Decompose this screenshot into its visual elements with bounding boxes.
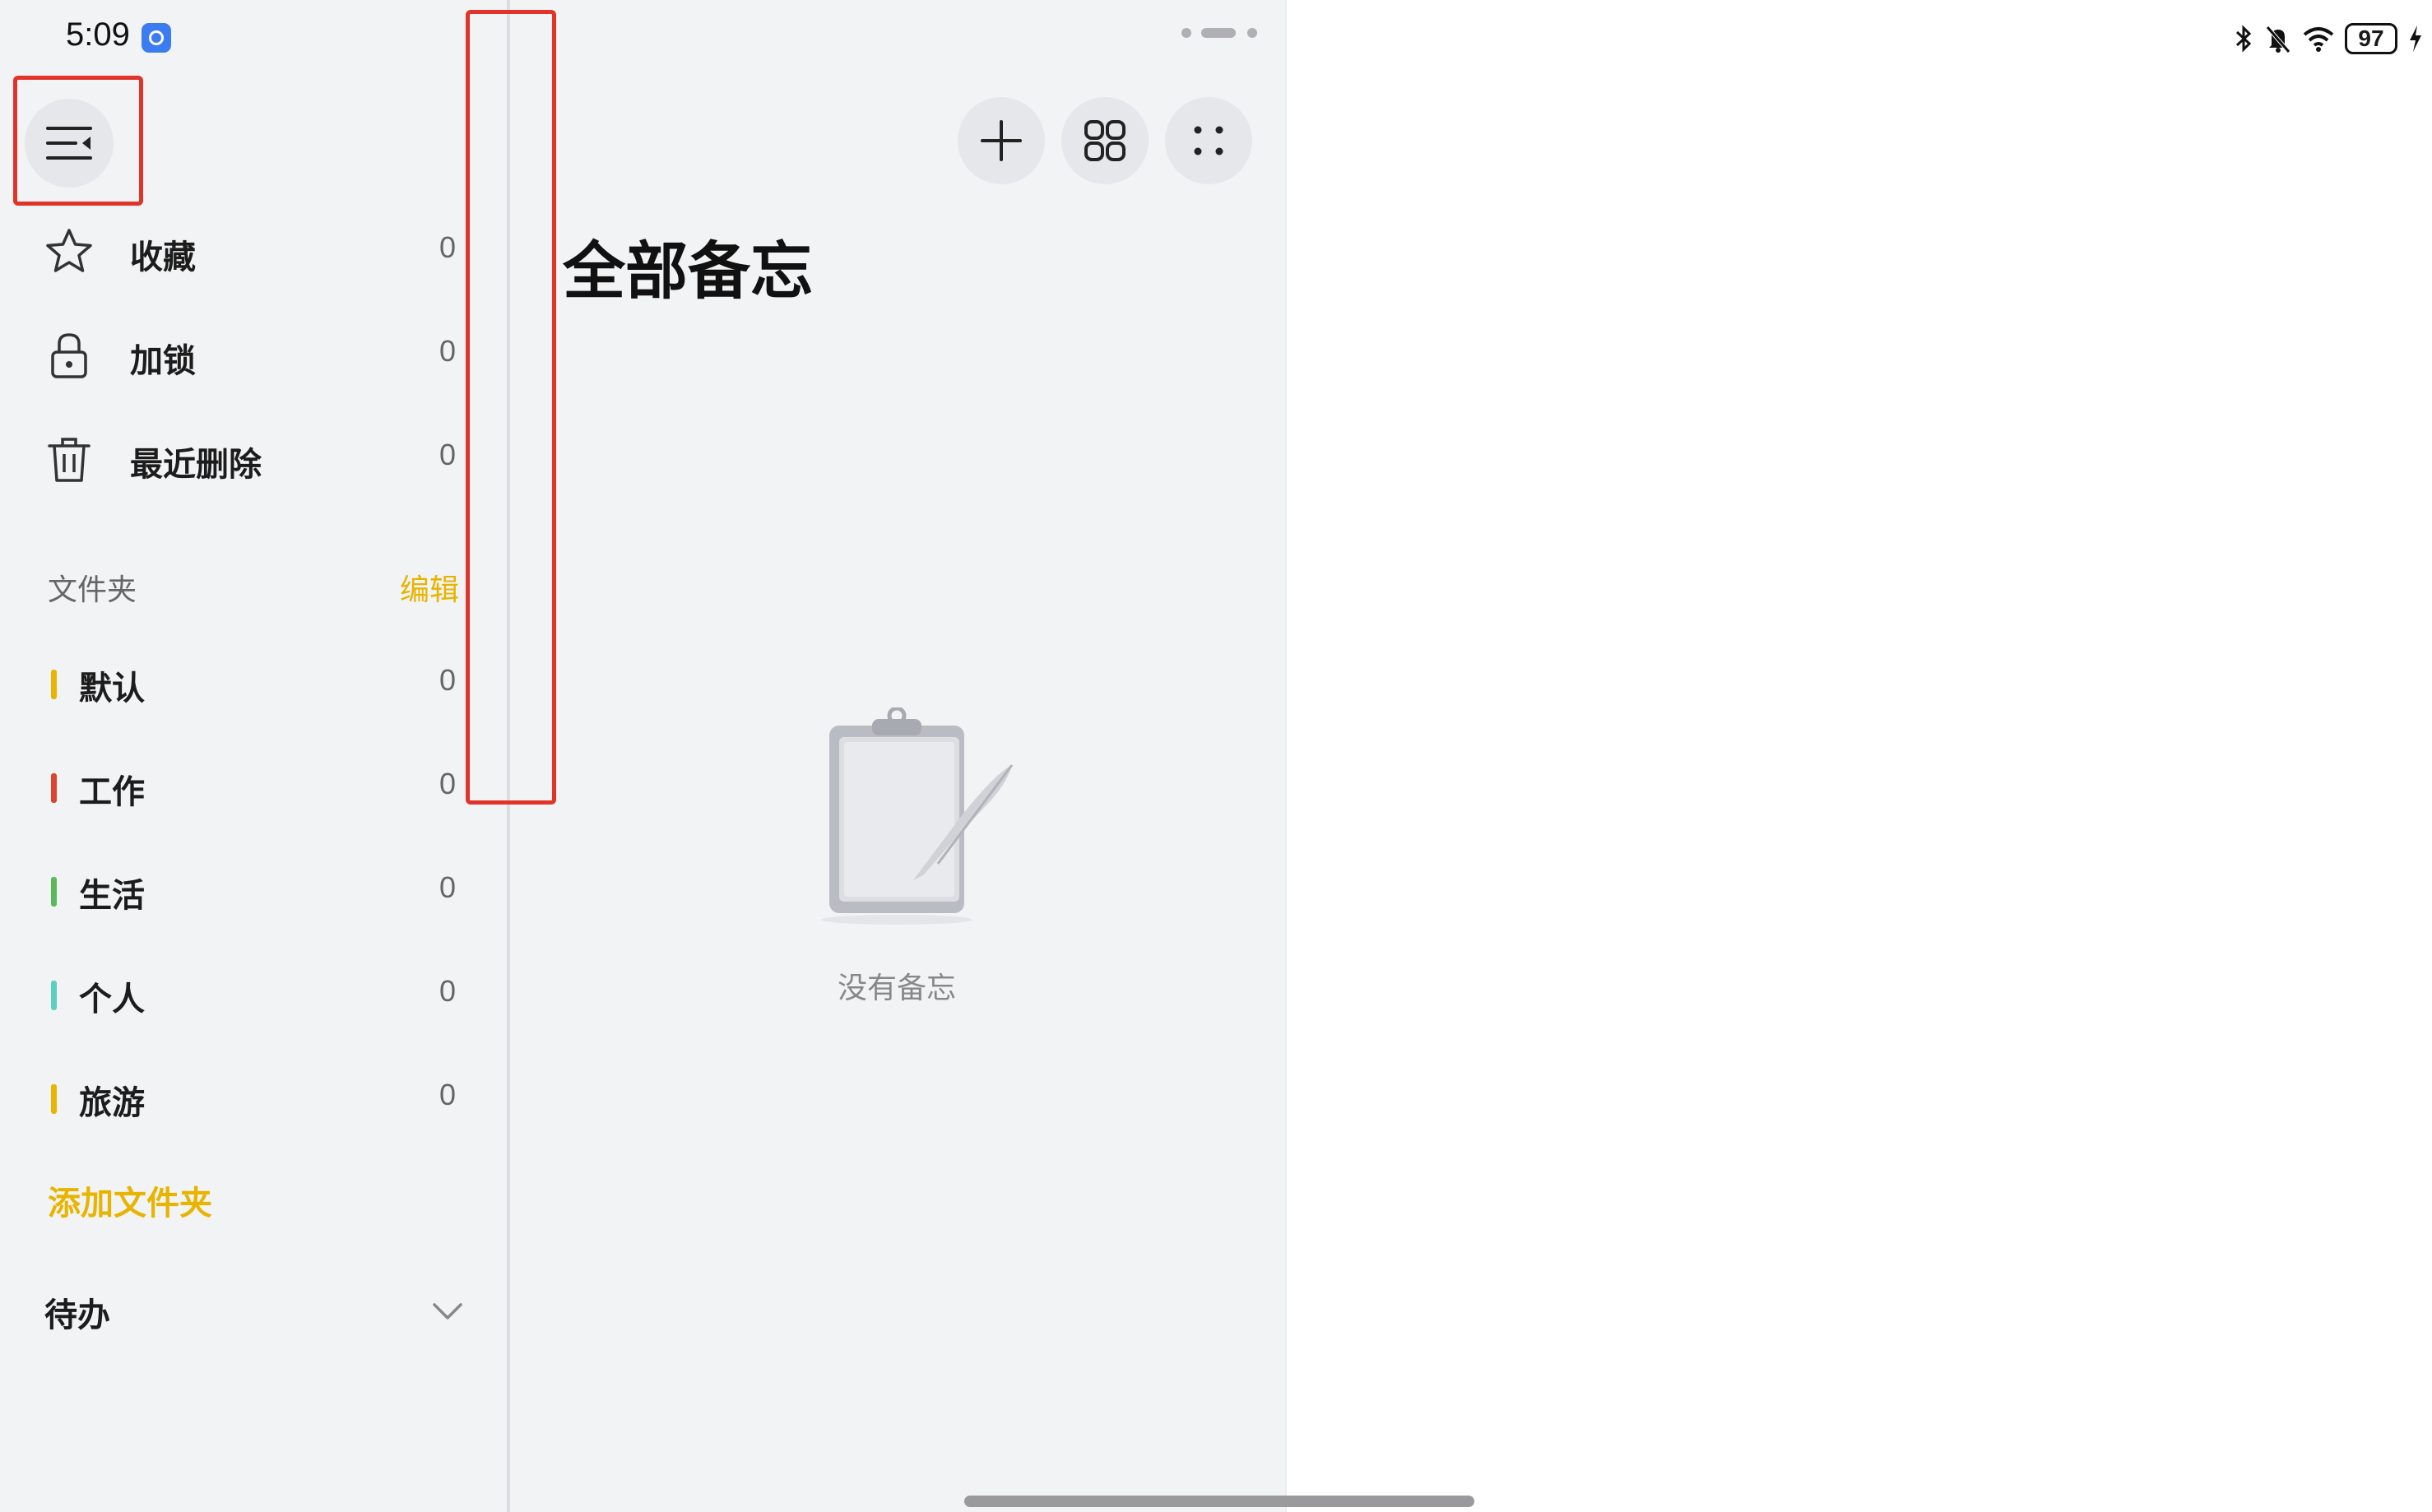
- app-notification-icon: [142, 23, 171, 53]
- trash-icon: [48, 438, 91, 482]
- more-button[interactable]: [1165, 97, 1252, 184]
- folder-count: 0: [439, 663, 456, 697]
- home-indicator[interactable]: [964, 1496, 1474, 1507]
- highlight-box-menu: [13, 76, 143, 206]
- add-folder-button[interactable]: 添加文件夹: [48, 1176, 212, 1224]
- wifi-icon: [2303, 27, 2334, 52]
- folder-label: 个人: [79, 981, 145, 1018]
- sidebar-item-count: 0: [439, 334, 456, 368]
- grid-view-icon: [1084, 120, 1125, 161]
- add-icon: [981, 120, 1022, 161]
- folder-label: 工作: [79, 773, 145, 811]
- folder-item-travel[interactable]: 旅游 0: [0, 1055, 494, 1137]
- grid-view-button[interactable]: [1061, 97, 1149, 184]
- mute-icon: [2266, 26, 2290, 53]
- sidebar-item-label: 加锁: [130, 342, 196, 380]
- folder-count: 0: [439, 974, 456, 1008]
- empty-state-text: 没有备忘: [838, 972, 957, 1005]
- lock-icon: [51, 333, 87, 378]
- sidebar-item-count: 0: [439, 438, 456, 471]
- folder-label: 生活: [79, 877, 145, 915]
- window-drag-handle[interactable]: [1178, 25, 1260, 41]
- todo-section-title[interactable]: 待办: [44, 1288, 110, 1336]
- folders-edit-button[interactable]: 编辑: [400, 566, 459, 609]
- sidebar-item-count: 0: [439, 230, 456, 264]
- bluetooth-icon: [2235, 25, 2252, 53]
- sidebar-item-locked[interactable]: 加锁 0: [0, 311, 494, 393]
- detail-pane: [1287, 0, 2432, 1512]
- folder-color-bar: [51, 981, 57, 1010]
- status-time: 5:09: [66, 16, 130, 53]
- sidebar-item-favorites[interactable]: 收藏 0: [0, 207, 494, 290]
- highlight-box-divider: [466, 10, 556, 805]
- add-note-button[interactable]: [958, 97, 1045, 184]
- status-icons: 97: [2233, 21, 2424, 56]
- folder-color-bar: [51, 773, 57, 803]
- folder-label: 旅游: [79, 1084, 145, 1122]
- battery-icon: 97: [2345, 23, 2397, 54]
- folder-item-work[interactable]: 工作 0: [0, 744, 494, 826]
- page-title: 全部备忘: [563, 234, 813, 308]
- folder-color-bar: [51, 1084, 57, 1114]
- folder-item-personal[interactable]: 个人 0: [0, 951, 494, 1033]
- folder-count: 0: [439, 870, 456, 904]
- chevron-down-icon[interactable]: [429, 1293, 466, 1329]
- folder-count: 0: [439, 767, 456, 800]
- sidebar-item-label: 最近删除: [130, 446, 262, 484]
- folder-color-bar: [51, 670, 57, 699]
- folder-color-bar: [51, 877, 57, 907]
- charging-icon: [2410, 26, 2421, 52]
- folder-label: 默认: [79, 670, 145, 707]
- folder-count: 0: [439, 1078, 456, 1111]
- folder-item-life[interactable]: 生活 0: [0, 847, 494, 930]
- more-icon: [1194, 126, 1223, 155]
- sidebar-item-label: 收藏: [130, 239, 196, 276]
- star-icon: [46, 229, 92, 272]
- folders-title: 文件夹: [48, 573, 137, 607]
- sidebar-item-recently-deleted[interactable]: 最近删除 0: [0, 415, 494, 497]
- empty-notes-illustration: [821, 707, 1014, 925]
- folder-item-default[interactable]: 默认 0: [0, 640, 494, 722]
